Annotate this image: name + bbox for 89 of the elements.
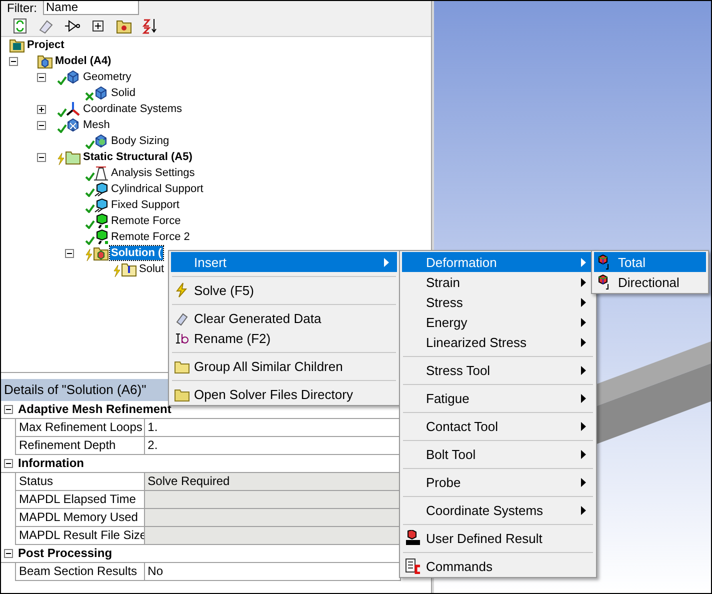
refresh-button[interactable]	[11, 16, 29, 34]
menu-item[interactable]: Rename (F2)	[171, 328, 397, 348]
cube-icon	[405, 530, 421, 546]
menu-item[interactable]: Directional	[594, 272, 706, 292]
collapse-icon[interactable]	[9, 56, 18, 66]
collapse-icon[interactable]	[37, 120, 46, 130]
tree-item[interactable]: Mesh	[82, 118, 111, 132]
property-name: Status	[15, 473, 144, 491]
property-name: Beam Section Results	[15, 563, 144, 581]
tree-item[interactable]: Analysis Settings	[110, 166, 196, 180]
menu-item[interactable]: Contact Tool	[402, 416, 594, 436]
collapse-icon[interactable]	[4, 405, 12, 414]
submenu-arrow-icon	[581, 450, 586, 458]
section-title: Post Processing	[17, 545, 112, 562]
submenu-arrow-icon	[384, 258, 389, 266]
lightning-icon	[174, 282, 190, 298]
axes-icon	[65, 101, 81, 117]
folder-cube-icon	[37, 53, 53, 69]
property-value[interactable]: 2.	[144, 437, 400, 455]
tree-item[interactable]: Solution (	[110, 246, 163, 260]
tree-item[interactable]: Solut	[138, 262, 166, 276]
tree-item[interactable]: Solid	[110, 86, 136, 100]
section-title: Information	[17, 455, 84, 472]
sort-button[interactable]	[141, 16, 159, 34]
menu-item[interactable]: Open Solver Files Directory	[171, 384, 397, 404]
document-icon	[405, 558, 421, 574]
menu-item[interactable]: Stress Tool	[402, 360, 594, 380]
tree-item[interactable]: Coordinate Systems	[82, 102, 184, 116]
property-name: Refinement Depth	[15, 437, 144, 455]
cubes-icon	[65, 69, 81, 85]
tree-item[interactable]: Project	[26, 38, 66, 52]
menu-item[interactable]: Strain	[402, 272, 594, 292]
collapse-icon[interactable]	[4, 549, 12, 558]
tree-item[interactable]: Geometry	[82, 70, 132, 84]
submenu-arrow-icon	[581, 422, 586, 430]
menu-item[interactable]: Clear Generated Data	[171, 308, 397, 328]
menu-item[interactable]: Commands	[402, 556, 594, 576]
submenu-arrow-icon	[581, 258, 586, 266]
collapse-icon[interactable]	[37, 152, 46, 162]
tree-item[interactable]: Fixed Support	[110, 198, 180, 212]
folder-cube-icon	[93, 245, 109, 261]
menu-item[interactable]: Solve (F5)	[171, 280, 397, 300]
collapse-icon[interactable]	[65, 248, 74, 258]
submenu-arrow-icon	[581, 506, 586, 514]
cube-icon	[93, 181, 109, 197]
property-name: MAPDL Memory Used	[15, 509, 144, 527]
tree-item[interactable]: Remote Force	[110, 214, 182, 228]
menu-item[interactable]: Insert	[171, 252, 397, 272]
submenu-arrow-icon	[581, 278, 586, 286]
tree-item[interactable]: Body Sizing	[110, 134, 170, 148]
submenu-arrow-icon	[581, 478, 586, 486]
menu-item[interactable]: Probe	[402, 472, 594, 492]
mesh-icon	[65, 117, 81, 133]
expand-icon[interactable]	[37, 104, 46, 114]
filter-dropdown[interactable]: Name	[43, 1, 139, 15]
chart-icon	[93, 165, 109, 181]
menu-item[interactable]: Linearized Stress	[402, 332, 594, 352]
menu-item[interactable]: Coordinate Systems	[402, 500, 594, 520]
filter-label: Filter:	[7, 1, 37, 15]
tree-item[interactable]: Remote Force 2	[110, 230, 191, 244]
submenu-arrow-icon	[581, 366, 586, 374]
folder-icon	[65, 149, 81, 165]
menu-item[interactable]: Group All Similar Children	[171, 356, 397, 376]
property-value: Solve Required	[144, 473, 400, 491]
cube-icon	[93, 85, 109, 101]
cube-icon	[93, 133, 109, 149]
section-title: Adaptive Mesh Refinement	[17, 401, 172, 418]
tree-item[interactable]: Static Structural (A5)	[82, 150, 194, 164]
submenu-arrow-icon	[581, 318, 586, 326]
menu-item[interactable]: Stress	[402, 292, 594, 312]
menu-item[interactable]: Energy	[402, 312, 594, 332]
tree-item[interactable]: Model (A4)	[54, 54, 112, 68]
property-name: Max Refinement Loops	[15, 419, 144, 437]
menu-item[interactable]: Total	[594, 252, 706, 272]
tree-item[interactable]: Cylindrical Support	[110, 182, 204, 196]
collapse-icon[interactable]	[4, 459, 12, 468]
property-value[interactable]: No	[144, 563, 400, 581]
cube-icon	[93, 197, 109, 213]
menu-item[interactable]: Bolt Tool	[402, 444, 594, 464]
folder-icon	[9, 37, 25, 53]
submenu-arrow-icon	[581, 394, 586, 402]
submenu-arrow-icon	[581, 298, 586, 306]
property-value[interactable]: 1.	[144, 419, 400, 437]
property-name: MAPDL Elapsed Time	[15, 491, 144, 509]
submenu-arrow-icon	[581, 338, 586, 346]
menu-item[interactable]: User Defined Result	[402, 528, 594, 548]
menu-item[interactable]: Deformation	[402, 252, 594, 272]
folder-icon	[121, 261, 137, 277]
collapse-icon[interactable]	[37, 72, 46, 82]
